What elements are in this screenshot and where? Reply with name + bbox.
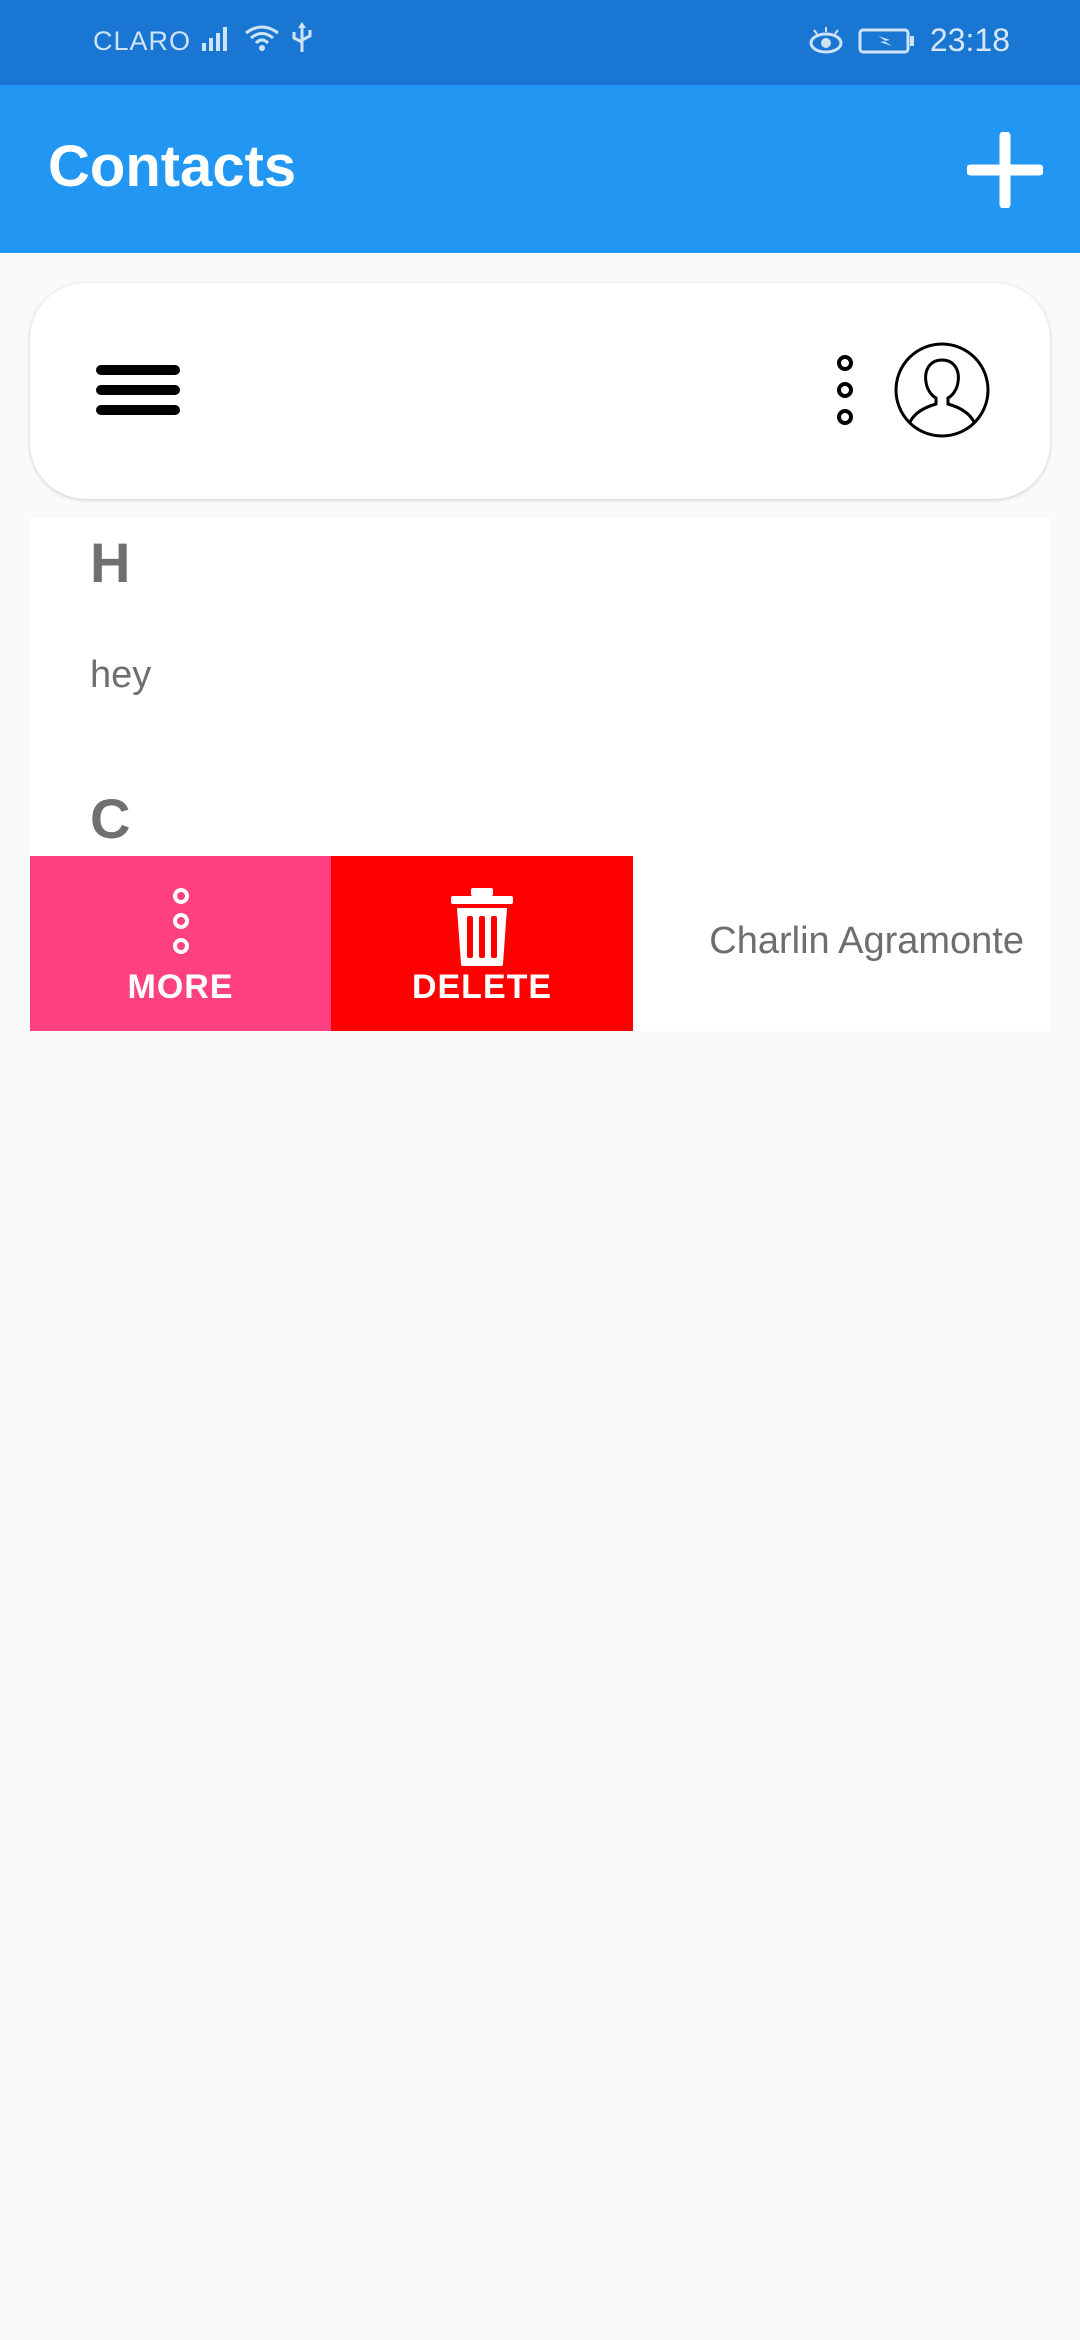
section-header: H <box>30 518 1050 600</box>
delete-action-button[interactable]: DELETE <box>331 856 633 1031</box>
add-contact-button[interactable] <box>960 125 1050 215</box>
carrier-label: CLARO <box>93 26 192 56</box>
contact-name: Charlin Agramonte <box>709 920 1024 962</box>
user-avatar-icon <box>894 342 990 438</box>
contact-list: H hey C MORE DELETE Charlin Agramonte <box>30 518 1050 1031</box>
wifi-icon <box>245 25 279 51</box>
menu-button[interactable] <box>90 353 186 429</box>
page-title: Contacts <box>48 134 297 199</box>
more-action-button[interactable]: MORE <box>30 856 331 1031</box>
vertical-dots-icon <box>837 355 853 425</box>
section-letter: C <box>90 787 131 850</box>
vertical-dots-icon <box>172 888 189 954</box>
section-letter: H <box>90 531 131 594</box>
status-right-icons: 23:18 <box>808 22 1010 59</box>
battery-charging-icon <box>858 28 914 53</box>
search-bar[interactable] <box>30 283 1050 499</box>
eye-icon <box>809 26 843 53</box>
status-bar: CLARO 23:18 <box>0 0 1080 85</box>
plus-icon <box>967 132 1043 208</box>
trash-icon <box>451 888 513 966</box>
hamburger-menu-icon <box>96 365 180 415</box>
usb-icon <box>292 22 312 52</box>
delete-action-label: DELETE <box>411 968 553 1006</box>
signal-icon <box>202 27 227 51</box>
user-avatar-button[interactable] <box>892 340 992 440</box>
status-left-icons <box>200 22 314 54</box>
contact-name: hey <box>90 654 152 696</box>
more-action-label: MORE <box>127 968 234 1006</box>
contact-row[interactable]: hey <box>30 600 1050 774</box>
app-bar: Contacts <box>0 85 1080 253</box>
status-time: 23:18 <box>929 22 1010 58</box>
section-header: C <box>30 774 1050 856</box>
more-options-button[interactable] <box>800 353 890 433</box>
contact-row-swiped[interactable]: MORE DELETE Charlin Agramonte <box>30 856 1050 1031</box>
